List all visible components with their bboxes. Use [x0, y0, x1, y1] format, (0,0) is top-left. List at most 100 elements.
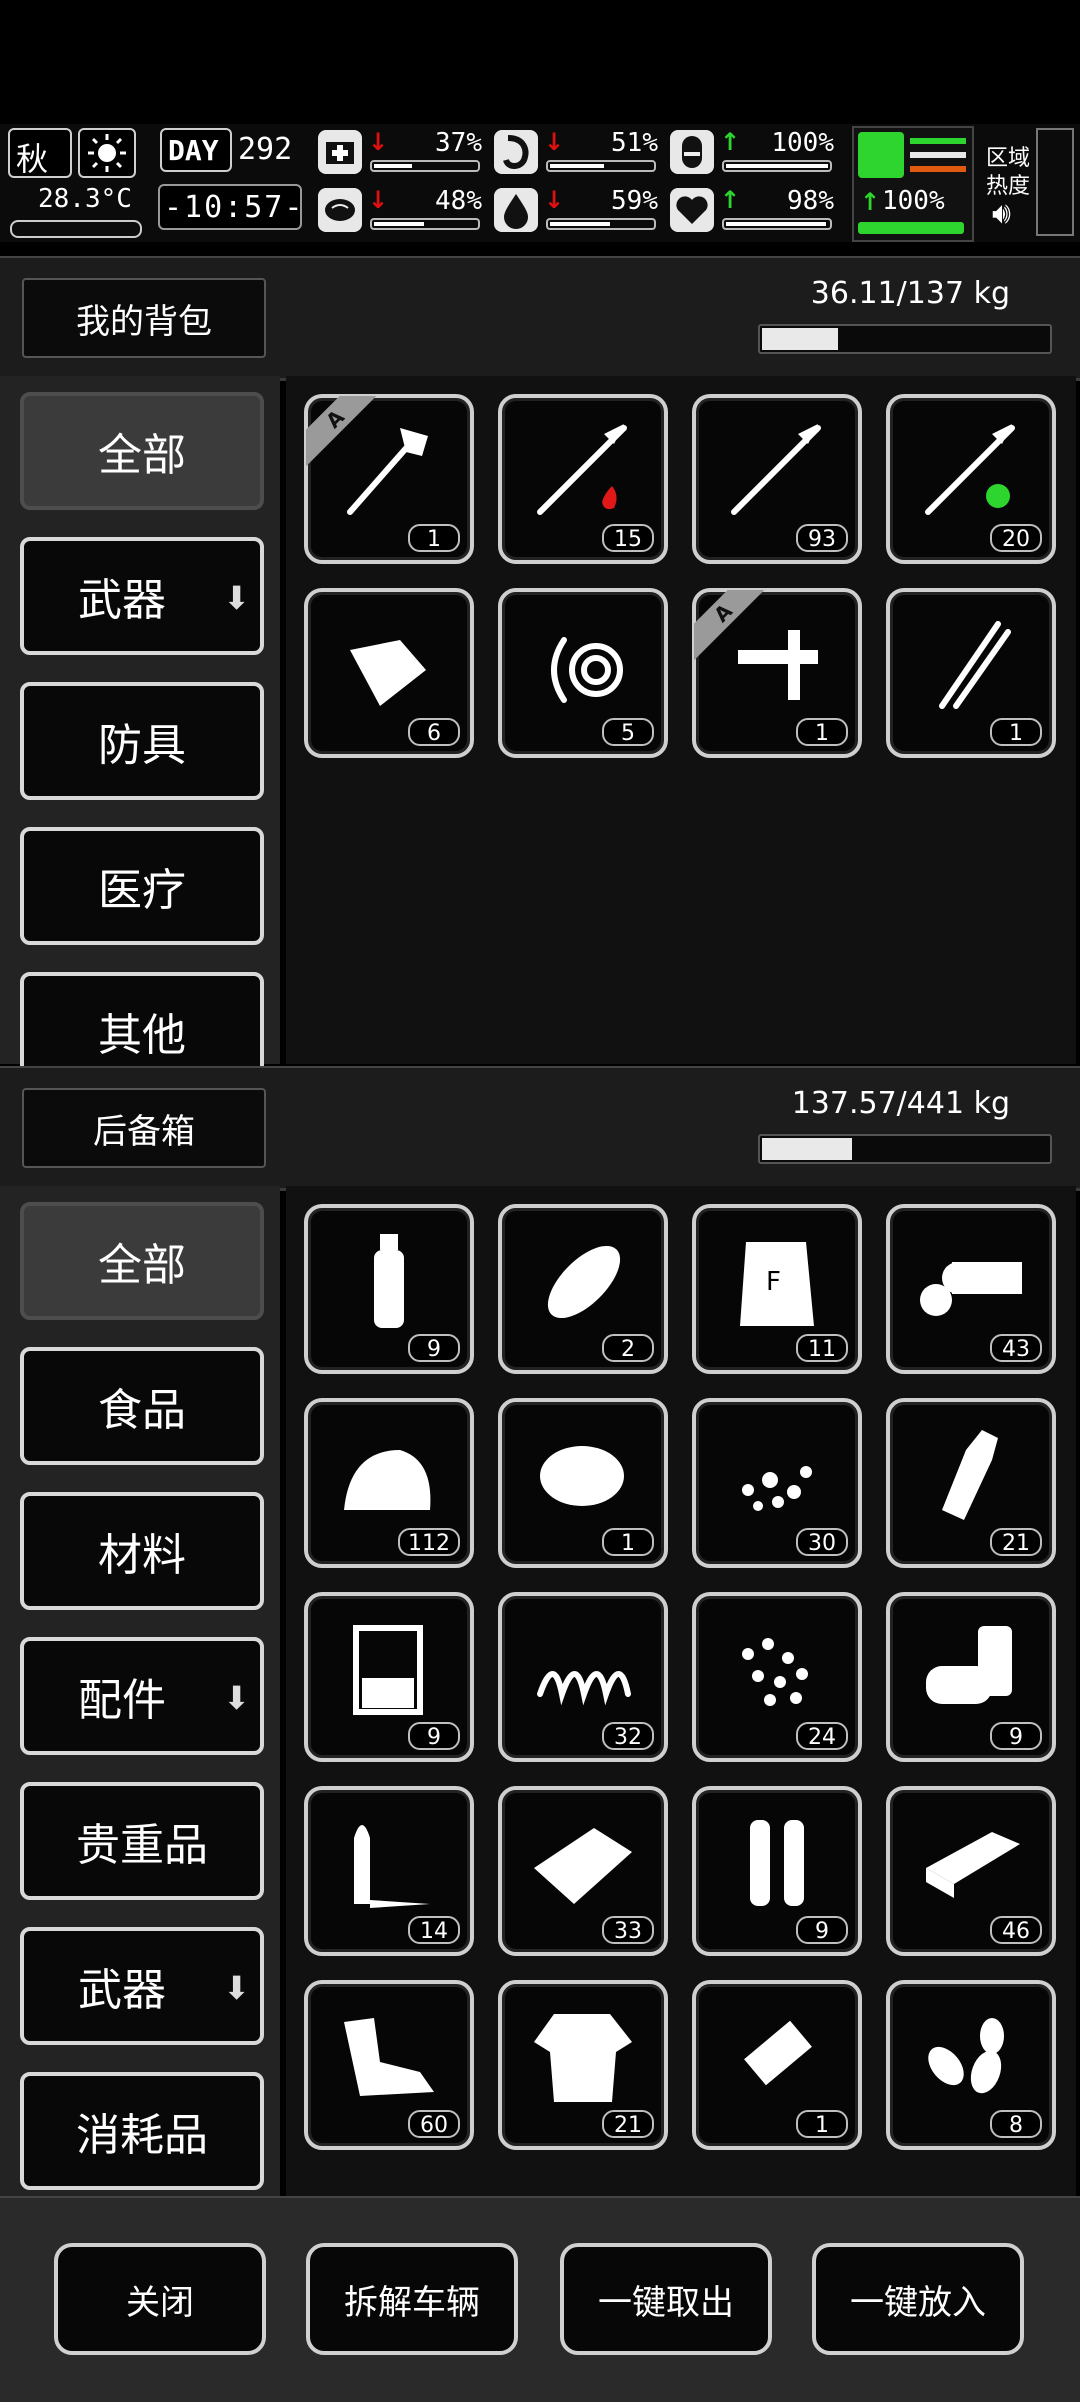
rarity-badge: A [306, 396, 376, 466]
temperature-text: 28.3°C [38, 184, 132, 214]
trunk-item-slot[interactable]: 112 [304, 1398, 474, 1568]
trunk-header: 后备箱 137.57/441 kg [0, 1066, 1080, 1191]
item-count: 1 [796, 2110, 848, 2138]
trunk-item-slot[interactable]: 43 [886, 1204, 1056, 1374]
trunk-item-slot[interactable]: 33 [498, 1786, 668, 1956]
cans-icon [926, 1626, 1012, 1704]
clock-time: -10:57- [164, 190, 305, 225]
capsule-icon [670, 130, 714, 174]
category-label: 其他 [98, 1010, 186, 1061]
trunk-category-tab-1[interactable]: 食品 [20, 1347, 264, 1465]
trunk-item-slot[interactable]: 30 [692, 1398, 862, 1568]
category-label: 消耗品 [76, 2110, 208, 2161]
backpack-weight: 36.11/137 kg [810, 276, 1010, 311]
stat-value: 59% [611, 186, 658, 216]
stat-value: 100% [771, 128, 834, 158]
trunk-item-slot[interactable]: 24 [692, 1592, 862, 1762]
trunk-item-slot[interactable]: 9 [304, 1204, 474, 1374]
trunk-category-tab-0[interactable]: 全部 [20, 1202, 264, 1320]
trunk-item-slot[interactable]: 2 [498, 1204, 668, 1374]
boot-icon [858, 132, 904, 178]
category-label: 武器 [78, 1965, 166, 2016]
category-label: 食品 [98, 1385, 186, 1436]
dismantle-vehicle-button[interactable]: 拆解车辆 [306, 2243, 518, 2355]
trunk-item-slot[interactable]: 46 [886, 1786, 1056, 1956]
fabric-icon [534, 1828, 632, 1904]
backpack-category-tab-3[interactable]: 医疗 [20, 827, 264, 945]
trunk-item-slot[interactable]: 21 [498, 1980, 668, 2150]
trunk-item-slot[interactable]: 9 [692, 1786, 862, 1956]
speaker-icon[interactable]: 🔊︎ [992, 196, 1011, 231]
backpack-item-grid: A 1 15 93 20 6 5 A 1 1 [286, 376, 1076, 1064]
backpack-weight-bar [758, 324, 1052, 354]
trend-up-icon: ↑ [720, 128, 741, 156]
backpack-item-slot[interactable]: 93 [692, 394, 862, 564]
category-label: 配件 [78, 1675, 166, 1726]
heat-meter [1036, 128, 1074, 236]
backpack-item-slot[interactable]: 1 [886, 588, 1056, 758]
pellets-icon [742, 1638, 808, 1706]
stat-heart: ↑ 98% [670, 186, 840, 236]
item-count: 30 [796, 1528, 848, 1556]
trunk-item-slot[interactable]: F 11 [692, 1204, 862, 1374]
stamina-value: 100% [882, 186, 945, 216]
trunk-item-slot[interactable]: 32 [498, 1592, 668, 1762]
bread-icon [547, 1245, 621, 1319]
backpack-category-tab-0[interactable]: 全部 [20, 392, 264, 510]
category-label: 全部 [98, 430, 186, 481]
trunk-item-slot[interactable]: 8 [886, 1980, 1056, 2150]
item-count: 32 [602, 1722, 654, 1750]
backpack-item-slot[interactable]: 15 [498, 394, 668, 564]
backpack-category-sidebar: 全部武器 ⬇ 防具医疗其他 [0, 376, 280, 1090]
trend-up-icon: ↑ [860, 188, 881, 216]
backpack-item-slot[interactable]: A1 [304, 394, 474, 564]
rarity-badge: A [694, 590, 764, 660]
trunk-item-slot[interactable]: 9 [304, 1592, 474, 1762]
trunk-item-slot[interactable]: 14 [304, 1786, 474, 1956]
category-label: 贵重品 [76, 1820, 208, 1871]
stat-sleep: ↑ 100% [670, 128, 840, 178]
item-count: 5 [602, 718, 654, 746]
item-count: 8 [990, 2110, 1042, 2138]
trunk-title: 后备箱 [22, 1088, 266, 1168]
trunk-category-tab-3[interactable]: 配件 ⬇ [20, 1637, 264, 1755]
flour-bag-icon: F [740, 1242, 814, 1326]
backpack-item-slot[interactable]: A1 [692, 588, 862, 758]
expand-down-icon: ⬇ [223, 579, 250, 617]
trunk-item-slot[interactable]: 60 [304, 1980, 474, 2150]
stat-mood: ↓ 48% [318, 186, 488, 236]
trunk-category-tab-2[interactable]: 材料 [20, 1492, 264, 1610]
close-button[interactable]: 关闭 [54, 2243, 266, 2355]
backpack-item-slot[interactable]: 6 [304, 588, 474, 758]
backpack-category-tab-2[interactable]: 防具 [20, 682, 264, 800]
trunk-item-slot[interactable]: 1 [498, 1398, 668, 1568]
lockpick-icon [939, 621, 1011, 709]
trunk-item-slot[interactable]: 9 [886, 1592, 1056, 1762]
backpack-item-slot[interactable]: 20 [886, 394, 1056, 564]
battery-pack-icon [744, 2020, 812, 2086]
trunk-category-tab-4[interactable]: 贵重品 [20, 1782, 264, 1900]
clock-box: -10:57- [158, 184, 302, 230]
first-aid-icon [318, 130, 362, 174]
thermometer-icon [10, 220, 142, 238]
action-bar: 关闭 拆解车辆 一键取出 一键放入 [0, 2196, 1080, 2402]
category-label: 材料 [98, 1530, 186, 1581]
trunk-category-tab-6[interactable]: 消耗品 [20, 2072, 264, 2190]
trunk-category-tab-5[interactable]: 武器 ⬇ [20, 1927, 264, 2045]
trunk-item-slot[interactable]: 21 [886, 1398, 1056, 1568]
expand-down-icon: ⬇ [223, 1969, 250, 2007]
item-count: 9 [408, 1334, 460, 1362]
season-text: 秋 [16, 140, 49, 178]
trunk-category-sidebar: 全部 食品 材料 配件 ⬇ 贵重品 武器 ⬇ 消耗品 [0, 1186, 280, 2196]
backpack-category-tab-1[interactable]: 武器 ⬇ [20, 537, 264, 655]
glass-bottle-icon [942, 1430, 998, 1520]
category-label: 全部 [98, 1240, 186, 1291]
take-all-button[interactable]: 一键取出 [560, 2243, 772, 2355]
trunk-item-slot[interactable]: 1 [692, 1980, 862, 2150]
beaker-icon [353, 1625, 423, 1715]
bandage-roll-icon [350, 640, 426, 706]
trend-down-icon: ↓ [544, 128, 565, 156]
item-count: 93 [796, 524, 848, 552]
backpack-item-slot[interactable]: 5 [498, 588, 668, 758]
put-all-button[interactable]: 一键放入 [812, 2243, 1024, 2355]
